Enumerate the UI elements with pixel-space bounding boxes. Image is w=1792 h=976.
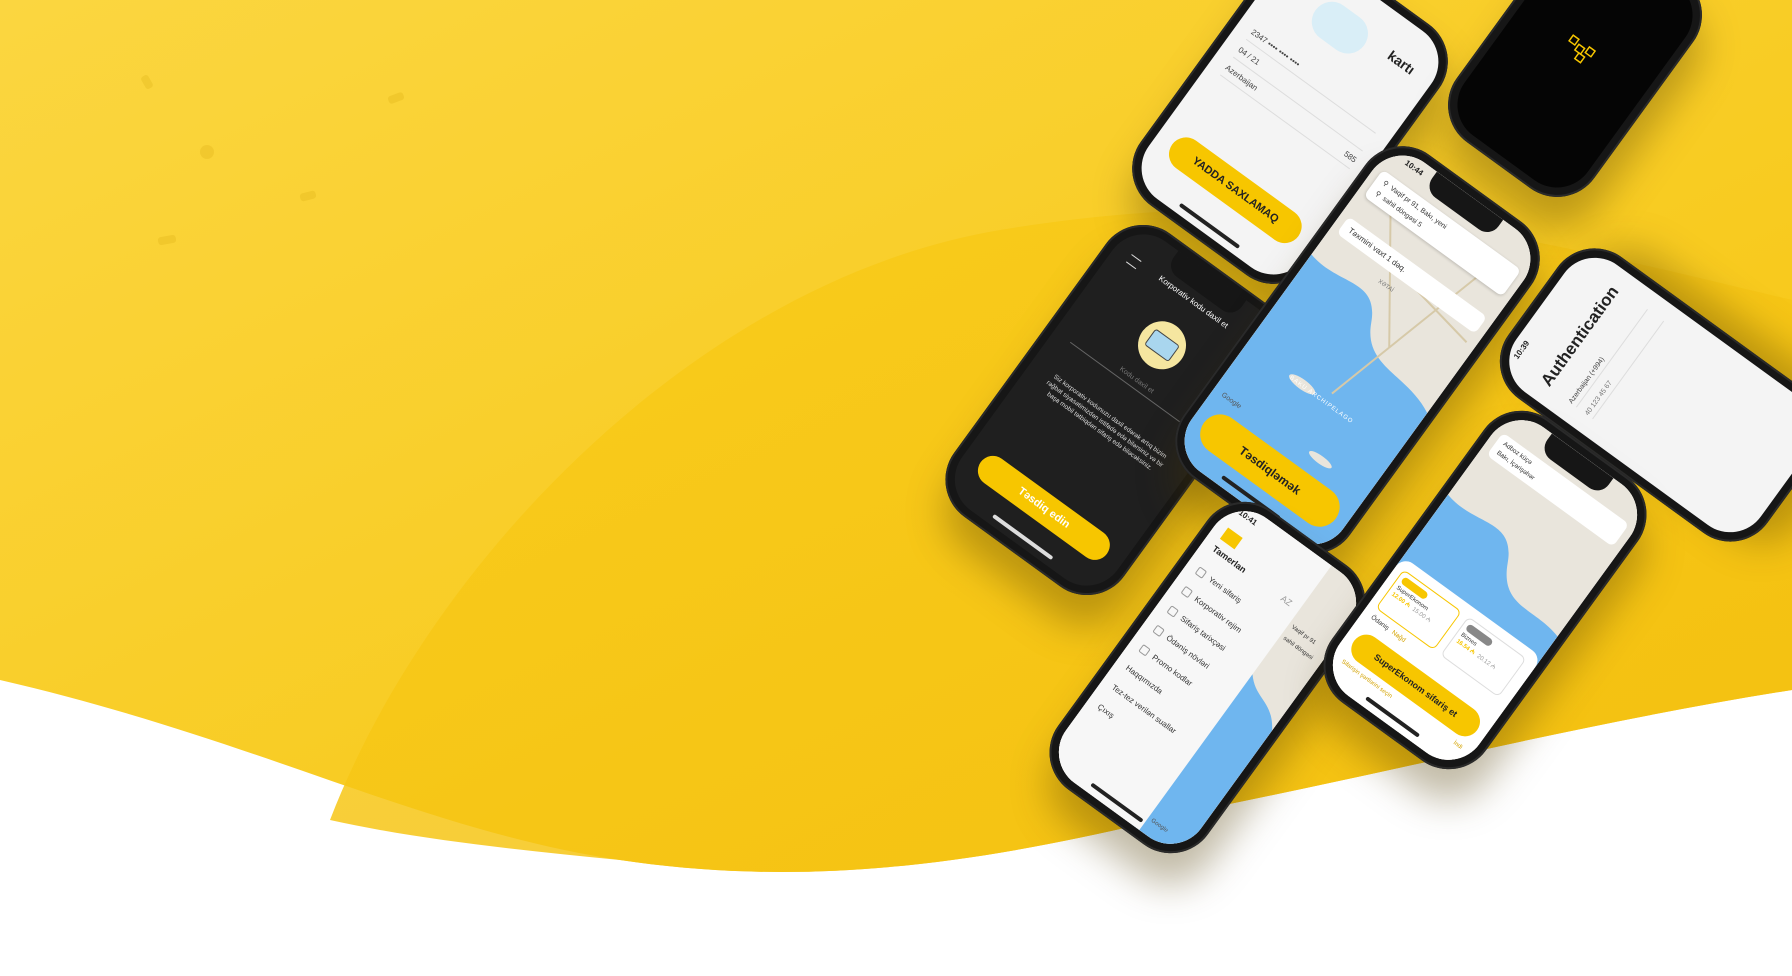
card-cvv-value: 585 <box>1342 148 1359 165</box>
pin-icon: ⚲ <box>1373 190 1382 200</box>
card-illustration-icon <box>1303 0 1376 62</box>
card-title: kartı <box>1384 47 1419 78</box>
wallet-icon <box>1152 624 1166 637</box>
taxi-checker-logo-icon <box>1219 527 1243 550</box>
status-time: 10:39 <box>1511 338 1532 361</box>
status-time: 10:41 <box>1236 508 1259 528</box>
corporate-description: Siz korporativ kodunuzu daxil edərək art… <box>1044 373 1168 473</box>
briefcase-icon <box>1128 311 1196 379</box>
menu-item-label: Çıxış <box>1096 701 1117 720</box>
promo-stage: kartı 2347 •••• •••• •••• 04 / 21 Azerba… <box>0 0 1792 976</box>
payment-type: Nağd <box>1390 629 1407 644</box>
tag-icon <box>1138 643 1152 657</box>
language-switch[interactable]: AZ <box>1279 593 1294 608</box>
briefcase-icon <box>1180 585 1194 598</box>
history-icon <box>1166 604 1180 618</box>
order-icon <box>1194 565 1208 579</box>
pin-icon: ⚲ <box>1381 179 1390 189</box>
taxi-checker-logo-icon <box>1560 32 1600 70</box>
schedule-later[interactable]: İndi <box>1452 740 1463 751</box>
